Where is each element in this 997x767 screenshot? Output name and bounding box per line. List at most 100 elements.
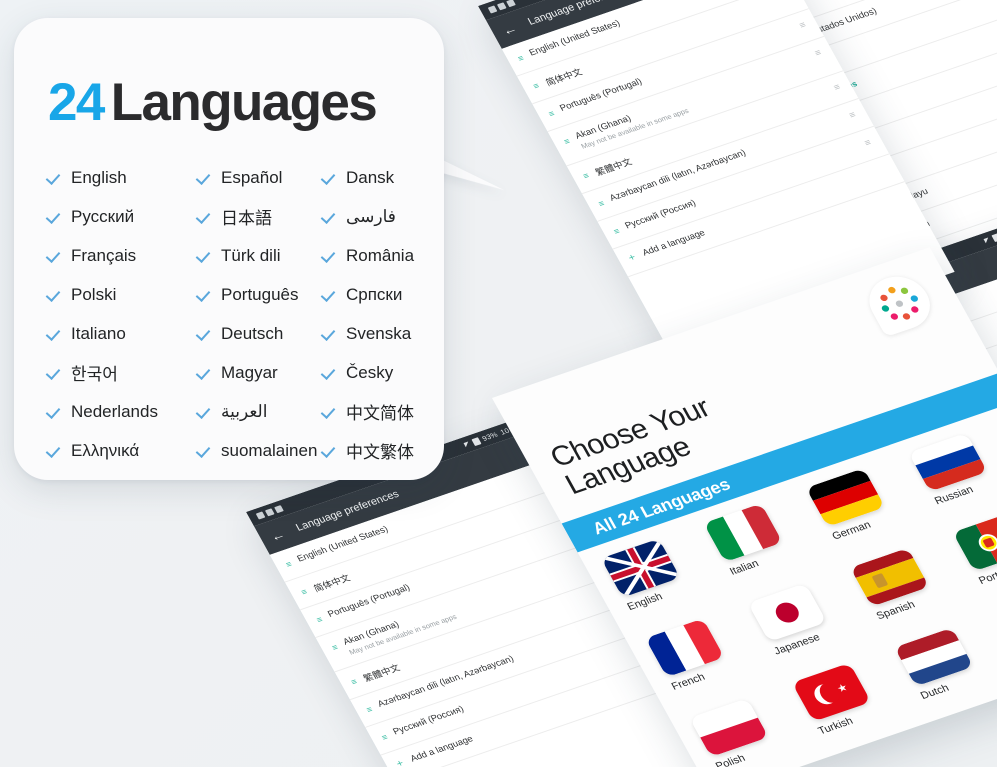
language-label: Italiano — [71, 323, 126, 343]
list-item: English — [48, 168, 198, 188]
check-icon — [323, 289, 338, 300]
drag-handle-icon[interactable]: ≡ — [515, 52, 525, 65]
drag-handle-icon[interactable]: ≡ — [379, 731, 389, 744]
drag-handle-icon[interactable]: ≡ — [596, 197, 606, 210]
language-label: Polski — [71, 284, 117, 304]
language-label: Português — [221, 284, 299, 304]
list-item: 日本語 — [198, 204, 323, 229]
language-label: Deutsch — [221, 323, 284, 343]
list-item: Magyar — [198, 363, 323, 383]
language-checklist: English Español Dansk Русский 日本語 فارسی … — [48, 158, 418, 470]
speech-bubble-logo-icon — [859, 269, 941, 338]
app-icon — [274, 505, 284, 514]
language-label: 中文简体 — [346, 404, 414, 423]
language-label: 日本語 — [221, 209, 272, 228]
language-label: 中文繁体 — [346, 443, 414, 462]
language-label: العربية — [221, 401, 268, 421]
back-arrow-icon[interactable]: ← — [267, 526, 287, 544]
check-icon — [198, 172, 213, 183]
drag-handle-icon[interactable]: ≡ — [314, 613, 324, 626]
drag-handle-icon[interactable]: ≡ — [531, 80, 541, 93]
drag-handle-icon[interactable]: ≡ — [611, 225, 621, 238]
drag-handle-icon[interactable]: ≡ — [364, 703, 374, 716]
language-label: Dansk — [346, 167, 395, 187]
logo-dot-ring — [873, 281, 926, 325]
page-title-word: Languages — [110, 73, 378, 132]
list-item: România — [323, 246, 433, 266]
language-label: Svenska — [346, 323, 412, 343]
language-label: Српски — [346, 284, 403, 304]
check-icon — [198, 289, 213, 300]
app-icon — [255, 511, 266, 520]
reorder-icon[interactable]: ≡ — [847, 110, 857, 121]
language-label: Nederlands — [71, 401, 158, 421]
list-item: Svenska — [323, 324, 433, 344]
language-label: English — [71, 167, 127, 187]
check-icon — [323, 211, 338, 222]
signal-icon — [463, 441, 471, 448]
language-label: Русский — [71, 206, 135, 226]
list-item: فارسی — [323, 207, 433, 227]
check-icon — [198, 445, 213, 456]
check-icon — [198, 367, 213, 378]
list-item: 中文简体 — [323, 399, 433, 424]
drag-handle-icon[interactable]: ≡ — [348, 675, 358, 688]
reorder-icon[interactable]: ≡ — [832, 83, 842, 94]
list-item: Français — [48, 246, 198, 266]
check-icon — [48, 211, 63, 222]
reorder-icon[interactable]: ≡ — [798, 20, 808, 31]
check-icon — [323, 250, 338, 261]
list-item: 한국어 — [48, 360, 198, 385]
drag-handle-icon[interactable]: ≡ — [546, 107, 556, 120]
poster-canvas: 93% 10:26 ← Language preferences ⋮ ≡ Eng… — [0, 0, 997, 767]
back-arrow-icon[interactable]: ← — [499, 20, 519, 38]
list-item: العربية — [198, 402, 323, 422]
drag-handle-icon[interactable]: ≡ — [580, 169, 590, 182]
language-name: 繁體中文 — [593, 156, 635, 179]
language-label: Česky — [346, 362, 394, 382]
list-item: Español — [198, 168, 323, 188]
check-icon — [48, 250, 63, 261]
flag-label: Hungarian — [963, 737, 997, 767]
language-label: Türk dili — [221, 245, 281, 265]
list-item: Српски — [323, 285, 433, 305]
check-icon — [323, 328, 338, 339]
language-label: Français — [71, 245, 137, 265]
battery-icon — [990, 232, 997, 242]
list-item: Dansk — [323, 168, 433, 188]
reorder-icon[interactable]: ≡ — [863, 138, 873, 149]
list-item: Italiano — [48, 324, 198, 344]
plus-icon: + — [626, 251, 638, 264]
list-item: Deutsch — [198, 324, 323, 344]
reorder-icon[interactable]: ≡ — [782, 0, 792, 3]
check-icon — [48, 172, 63, 183]
language-label: Español — [221, 167, 283, 187]
plus-icon: + — [394, 757, 406, 767]
languages-promo-card: 24 Languages English Español Dansk Русски… — [14, 18, 444, 480]
list-item: Ελληνικά — [48, 441, 198, 461]
check-icon — [323, 367, 338, 378]
flag-hungary-icon — [938, 707, 997, 767]
check-icon — [198, 250, 213, 261]
language-label: 한국어 — [71, 365, 118, 384]
drag-handle-icon[interactable]: ≡ — [561, 135, 571, 148]
language-label: suomalainen — [221, 440, 318, 460]
check-icon — [198, 406, 213, 417]
check-icon — [323, 406, 338, 417]
check-icon — [323, 445, 338, 456]
app-icon — [496, 2, 507, 11]
drag-handle-icon[interactable]: ≡ — [299, 586, 309, 599]
check-icon — [48, 406, 63, 417]
reorder-icon[interactable]: ≡ — [813, 48, 823, 59]
drag-handle-icon[interactable]: ≡ — [329, 641, 339, 654]
check-icon — [48, 328, 63, 339]
app-icon — [506, 0, 516, 8]
battery-icon — [470, 436, 481, 446]
language-name: 简体中文 — [312, 573, 353, 595]
language-name: 简体中文 — [544, 67, 585, 89]
list-item: Türk dili — [198, 246, 323, 266]
drag-handle-icon[interactable]: ≡ — [283, 558, 293, 571]
check-icon — [48, 289, 63, 300]
list-item: Polski — [48, 285, 198, 305]
battery-percent: 93% — [480, 430, 500, 443]
